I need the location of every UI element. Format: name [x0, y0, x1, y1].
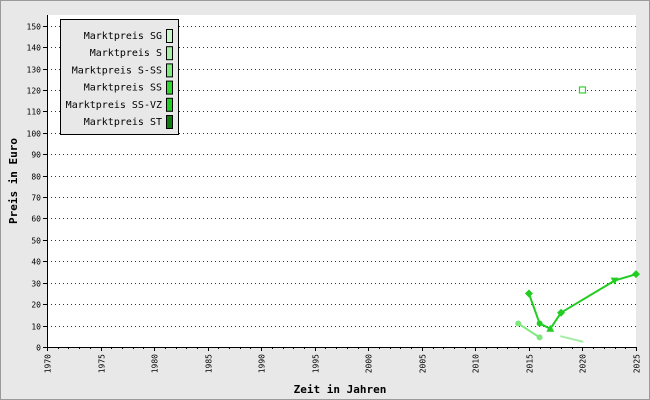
x-tick-label: 1975 [98, 354, 107, 373]
y-tick-label: 140 [27, 44, 42, 53]
x-tick-label: 2025 [633, 354, 642, 373]
x-tick-label: 2000 [365, 354, 374, 373]
legend-label: Marktpreis SS-VZ [66, 100, 162, 111]
price-chart: 0 10 20 30 40 50 60 70 80 90 100 110 120 130 140 150 197… [7, 15, 642, 396]
legend-swatch [166, 97, 173, 112]
x-tick-label: 1970 [44, 354, 53, 373]
x-tick-label: 1980 [151, 354, 160, 373]
series-group [578, 86, 587, 94]
y-axis-title: Preis in Euro [7, 138, 20, 224]
y-tick-label: 70 [31, 194, 41, 203]
data-point [515, 320, 522, 327]
y-tick-label: 120 [27, 87, 42, 96]
y-tick-label: 20 [31, 301, 41, 310]
x-tick-label: 1990 [258, 354, 267, 373]
legend-label: Marktpreis SS [84, 83, 162, 94]
data-point [536, 334, 543, 341]
legend-label: Marktpreis ST [84, 117, 162, 128]
y-tick-label: 50 [31, 237, 41, 246]
y-tick-label: 40 [31, 258, 41, 267]
x-tick-label: 2010 [472, 354, 481, 373]
x-tick-label: 1985 [205, 354, 214, 373]
y-tick-label: 60 [31, 215, 41, 224]
legend-label: Marktpreis S-SS [72, 65, 162, 76]
legend-swatch [166, 46, 173, 61]
x-tick-label: 2015 [526, 354, 535, 373]
legend-swatch [166, 80, 173, 95]
x-axis-title: Zeit in Jahren [294, 383, 387, 396]
legend: Marktpreis SG Marktpreis S Marktpreis S-SS… [60, 19, 179, 135]
y-tick-label: 150 [27, 23, 42, 32]
y-tick-label: 80 [31, 173, 41, 182]
data-point [536, 320, 543, 327]
legend-swatch [166, 29, 173, 43]
y-tick-label: 10 [31, 323, 41, 332]
y-tick-label: 30 [31, 280, 41, 289]
x-tick-label: 2005 [419, 354, 428, 373]
data-point [578, 86, 587, 94]
legend-swatch [166, 115, 173, 129]
y-tick-label: 130 [27, 66, 42, 75]
legend-label: Marktpreis SG [84, 31, 162, 42]
legend-swatch [166, 63, 173, 78]
y-tick-label: 110 [27, 108, 42, 117]
y-tick-label: 0 [36, 344, 41, 353]
y-tick-label: 90 [31, 151, 41, 160]
y-tick-label: 100 [27, 130, 42, 139]
legend-label: Marktpreis S [90, 48, 162, 59]
x-tick-label: 1995 [312, 354, 321, 373]
x-tick-label: 2020 [579, 354, 588, 373]
